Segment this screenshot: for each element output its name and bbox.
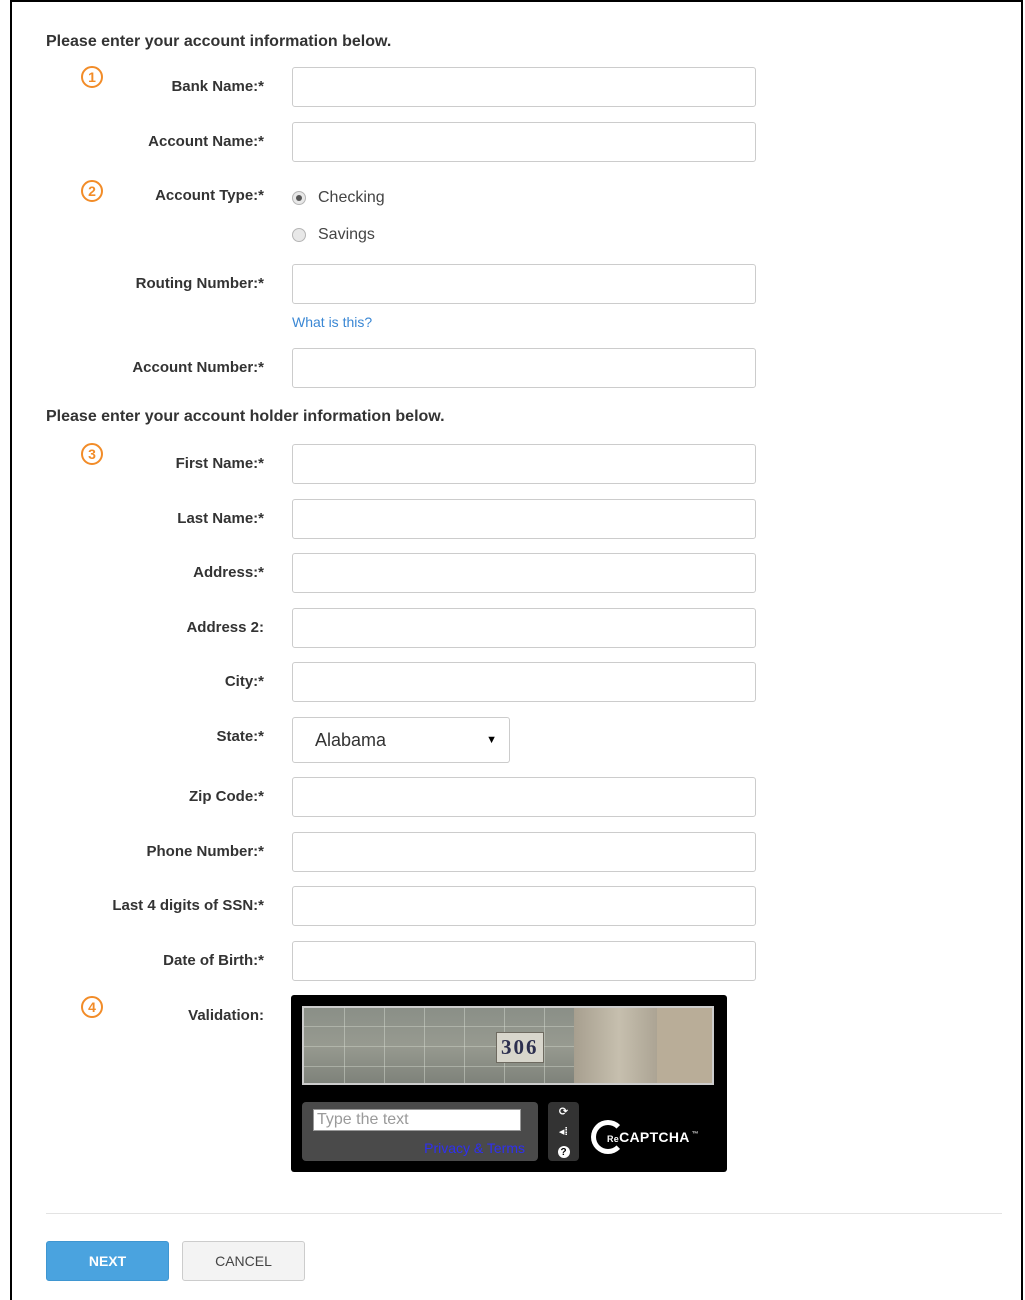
savings-radio-option[interactable]: Savings xyxy=(292,226,375,244)
captcha-response-input[interactable] xyxy=(313,1109,521,1131)
checking-radio[interactable] xyxy=(292,191,306,205)
step-marker-3: 3 xyxy=(81,443,103,465)
audio-icon[interactable]: ◂⁞ xyxy=(559,1125,568,1139)
account-name-label: Account Name:* xyxy=(148,133,264,150)
step-marker-2: 2 xyxy=(81,180,103,202)
bank-name-input[interactable] xyxy=(292,67,756,107)
city-label: City:* xyxy=(224,673,264,690)
account-section-heading: Please enter your account information be… xyxy=(46,33,392,50)
recaptcha-logo: ReCAPTCHA ™ xyxy=(591,1120,699,1154)
state-label: State:* xyxy=(216,728,264,745)
recaptcha-brand-text: ReCAPTCHA ™ xyxy=(607,1129,699,1145)
dropdown-arrow-icon: ▼ xyxy=(486,734,497,746)
routing-number-label: Routing Number:* xyxy=(135,275,264,292)
address2-input[interactable] xyxy=(292,608,756,648)
captcha-challenge-text: 306 xyxy=(496,1032,544,1063)
first-name-label: First Name:* xyxy=(175,455,264,472)
form-divider xyxy=(46,1213,1002,1214)
address-input[interactable] xyxy=(292,553,756,593)
recaptcha-widget: 306 Privacy & Terms ⟳ ◂⁞ ? ReCAPTCHA™ xyxy=(291,995,727,1172)
phone-number-input[interactable] xyxy=(292,832,756,872)
state-select[interactable]: Alabama ▼ xyxy=(292,717,510,763)
bank-name-label: Bank Name:* xyxy=(171,78,264,95)
state-selected-value: Alabama xyxy=(315,729,387,750)
checking-label: Checking xyxy=(318,189,385,206)
last-name-input[interactable] xyxy=(292,499,756,539)
ssn-last4-input[interactable] xyxy=(292,886,756,926)
savings-radio[interactable] xyxy=(292,228,306,242)
privacy-terms-link[interactable]: Privacy & Terms xyxy=(424,1140,525,1156)
date-of-birth-label: Date of Birth:* xyxy=(163,952,264,969)
account-number-label: Account Number:* xyxy=(132,359,264,376)
routing-number-input[interactable] xyxy=(292,264,756,304)
account-number-input[interactable] xyxy=(292,348,756,388)
account-type-label: Account Type:* xyxy=(155,187,264,204)
city-input[interactable] xyxy=(292,662,756,702)
what-is-this-link[interactable]: What is this? xyxy=(292,314,372,330)
cancel-button[interactable]: CANCEL xyxy=(182,1241,305,1281)
address2-label: Address 2: xyxy=(186,619,264,636)
savings-label: Savings xyxy=(318,226,375,243)
account-name-input[interactable] xyxy=(292,122,756,162)
address-label: Address:* xyxy=(193,564,264,581)
step-marker-1: 1 xyxy=(81,66,103,88)
ssn-last4-label: Last 4 digits of SSN:* xyxy=(112,897,264,914)
step-marker-4: 4 xyxy=(81,996,103,1018)
captcha-challenge-image: 306 xyxy=(302,1006,714,1085)
checking-radio-option[interactable]: Checking xyxy=(292,189,385,207)
holder-section-heading: Please enter your account holder informa… xyxy=(46,408,445,425)
last-name-label: Last Name:* xyxy=(177,510,264,527)
zip-code-input[interactable] xyxy=(292,777,756,817)
first-name-input[interactable] xyxy=(292,444,756,484)
phone-number-label: Phone Number:* xyxy=(146,843,264,860)
captcha-input-panel: Privacy & Terms xyxy=(302,1102,538,1161)
captcha-controls: ⟳ ◂⁞ ? xyxy=(548,1102,579,1161)
refresh-icon[interactable]: ⟳ xyxy=(559,1105,568,1119)
date-of-birth-input[interactable] xyxy=(292,941,756,981)
validation-label: Validation: xyxy=(188,1007,264,1024)
help-icon[interactable]: ? xyxy=(557,1145,570,1158)
next-button[interactable]: NEXT xyxy=(46,1241,169,1281)
zip-code-label: Zip Code:* xyxy=(189,788,264,805)
